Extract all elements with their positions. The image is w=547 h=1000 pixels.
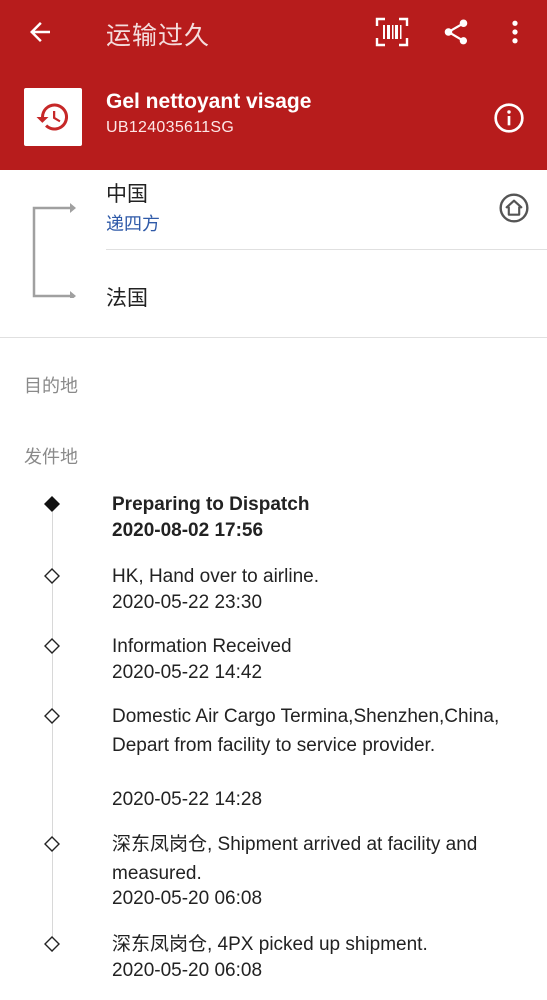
divider	[106, 249, 547, 250]
app-bar: 运输过久 Gel nettoyant visage UB124035611SG	[0, 0, 547, 170]
event-description: Domestic Air Cargo Termina,Shenzhen,Chin…	[112, 706, 500, 756]
event-time: 2020-05-22 14:28	[112, 789, 263, 810]
destination-section-label: 目的地	[24, 376, 78, 397]
barcode-scan-icon	[375, 17, 409, 47]
diamond-icon	[44, 638, 60, 654]
origin-country: 中国	[106, 182, 148, 206]
event-time: 2020-05-20 06:08	[112, 888, 263, 909]
diamond-icon	[44, 708, 60, 724]
more-options-button[interactable]	[497, 14, 533, 50]
share-button[interactable]	[438, 14, 474, 50]
carrier-link[interactable]: 递四方	[106, 210, 160, 236]
event-description: 深东凤岗仓, 4PX picked up shipment.	[112, 934, 428, 955]
diamond-icon	[44, 836, 60, 852]
event-time: 2020-08-02 17:56	[112, 520, 264, 541]
event-time: 2020-05-22 23:30	[112, 592, 263, 613]
home-circle-icon	[499, 193, 529, 223]
event-description: 深东凤岗仓, Shipment arrived at facility and …	[112, 834, 478, 884]
carrier-home-button[interactable]	[496, 190, 532, 226]
event-time: 2020-05-20 06:08	[112, 960, 263, 981]
event-time: 2020-05-22 14:42	[112, 662, 263, 683]
route-card: 中国 递四方 法国	[0, 170, 547, 338]
package-name: Gel nettoyant visage	[106, 90, 312, 113]
info-icon	[494, 103, 524, 133]
package-status-icon	[24, 88, 82, 146]
info-button[interactable]	[491, 100, 527, 136]
destination-country: 法国	[106, 286, 148, 310]
more-vert-icon	[512, 20, 518, 44]
event-description: HK, Hand over to airline.	[112, 566, 319, 587]
diamond-icon	[44, 568, 60, 584]
event-description: Preparing to Dispatch	[112, 494, 310, 515]
back-arrow-icon	[30, 22, 50, 42]
route-connector-icon	[32, 203, 76, 298]
scan-barcode-button[interactable]	[374, 14, 410, 50]
tracking-number: UB124035611SG	[106, 119, 235, 136]
diamond-icon	[44, 936, 60, 952]
share-icon	[444, 19, 468, 45]
event-description: Information Received	[112, 636, 292, 657]
origin-section-label: 发件地	[24, 447, 78, 468]
back-button[interactable]	[22, 14, 58, 50]
page-title: 运输过久	[106, 21, 211, 50]
history-icon	[36, 103, 69, 131]
filled-diamond-icon	[44, 496, 60, 512]
